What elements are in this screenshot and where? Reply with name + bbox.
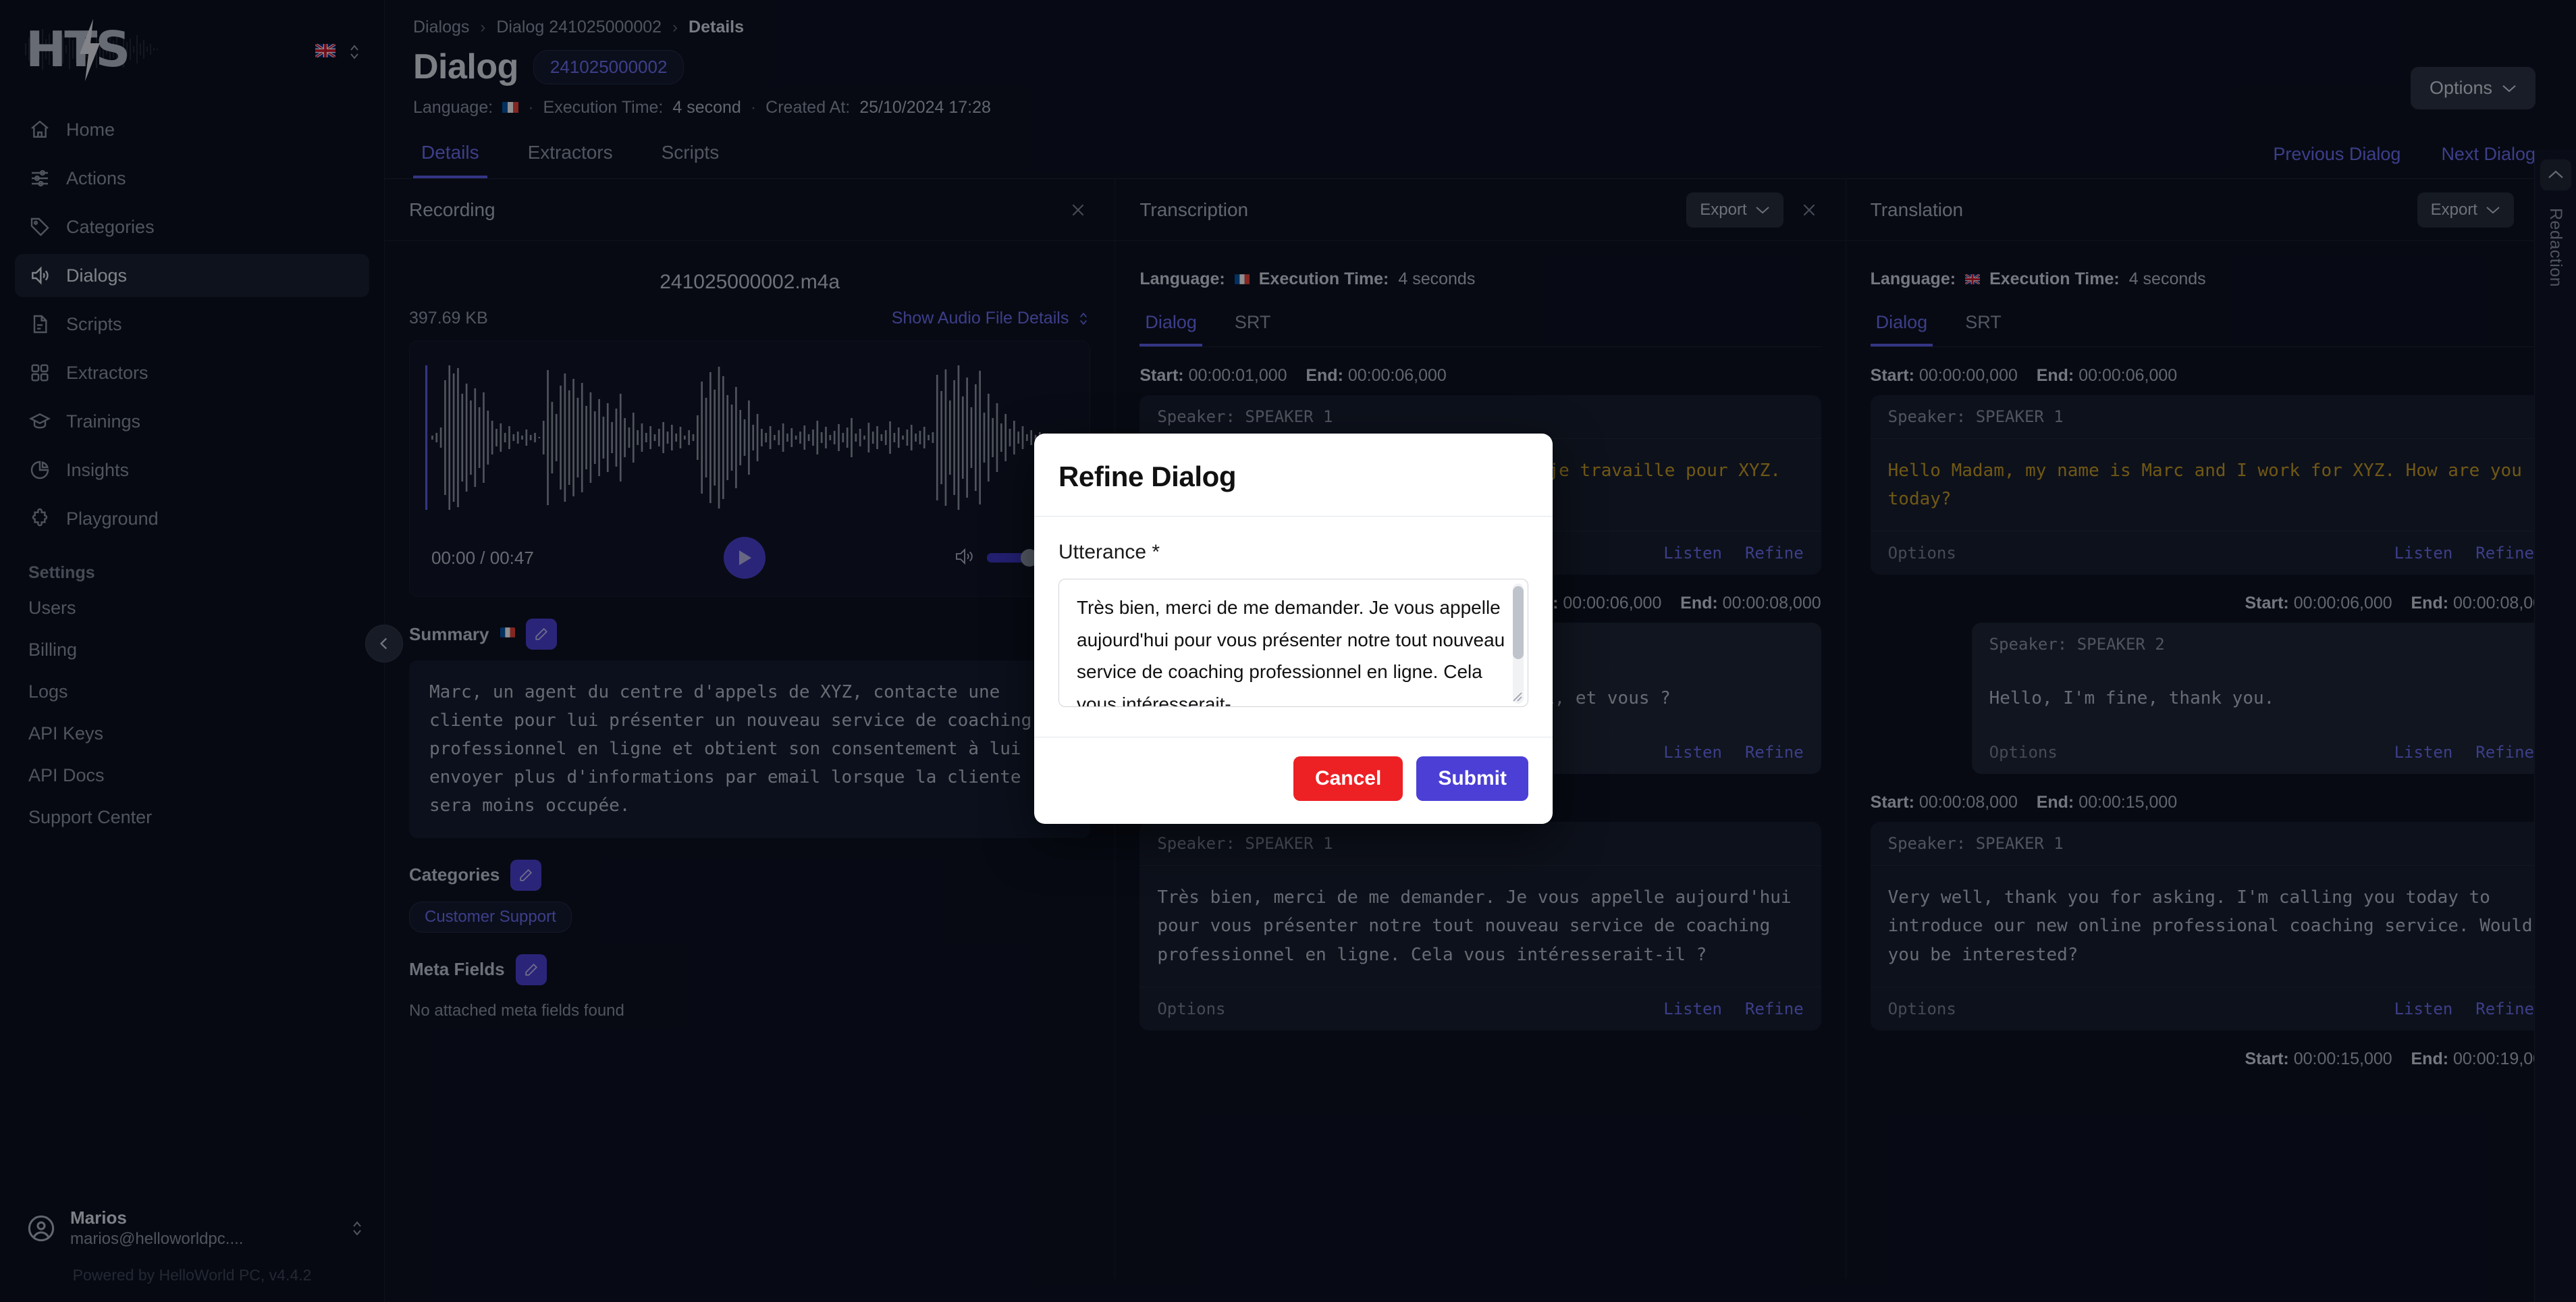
textarea-scrollbar-thumb[interactable] <box>1513 586 1524 659</box>
modal-body: Utterance * Très bien, merci de me deman… <box>1034 517 1553 737</box>
cancel-button[interactable]: Cancel <box>1293 756 1403 801</box>
resize-grip-icon[interactable] <box>1509 689 1524 704</box>
utterance-value: Très bien, merci de me demander. Je vous… <box>1059 579 1528 706</box>
app-root: HTS <box>0 0 2576 1302</box>
submit-button[interactable]: Submit <box>1416 756 1528 801</box>
utterance-textarea[interactable]: Très bien, merci de me demander. Je vous… <box>1058 579 1528 707</box>
modal-title: Refine Dialog <box>1058 461 1528 493</box>
modal-footer: Cancel Submit <box>1034 737 1553 824</box>
utterance-label: Utterance * <box>1058 541 1528 579</box>
modal-header: Refine Dialog <box>1034 434 1553 517</box>
refine-dialog-modal: Refine Dialog Utterance * Très bien, mer… <box>1034 434 1553 824</box>
